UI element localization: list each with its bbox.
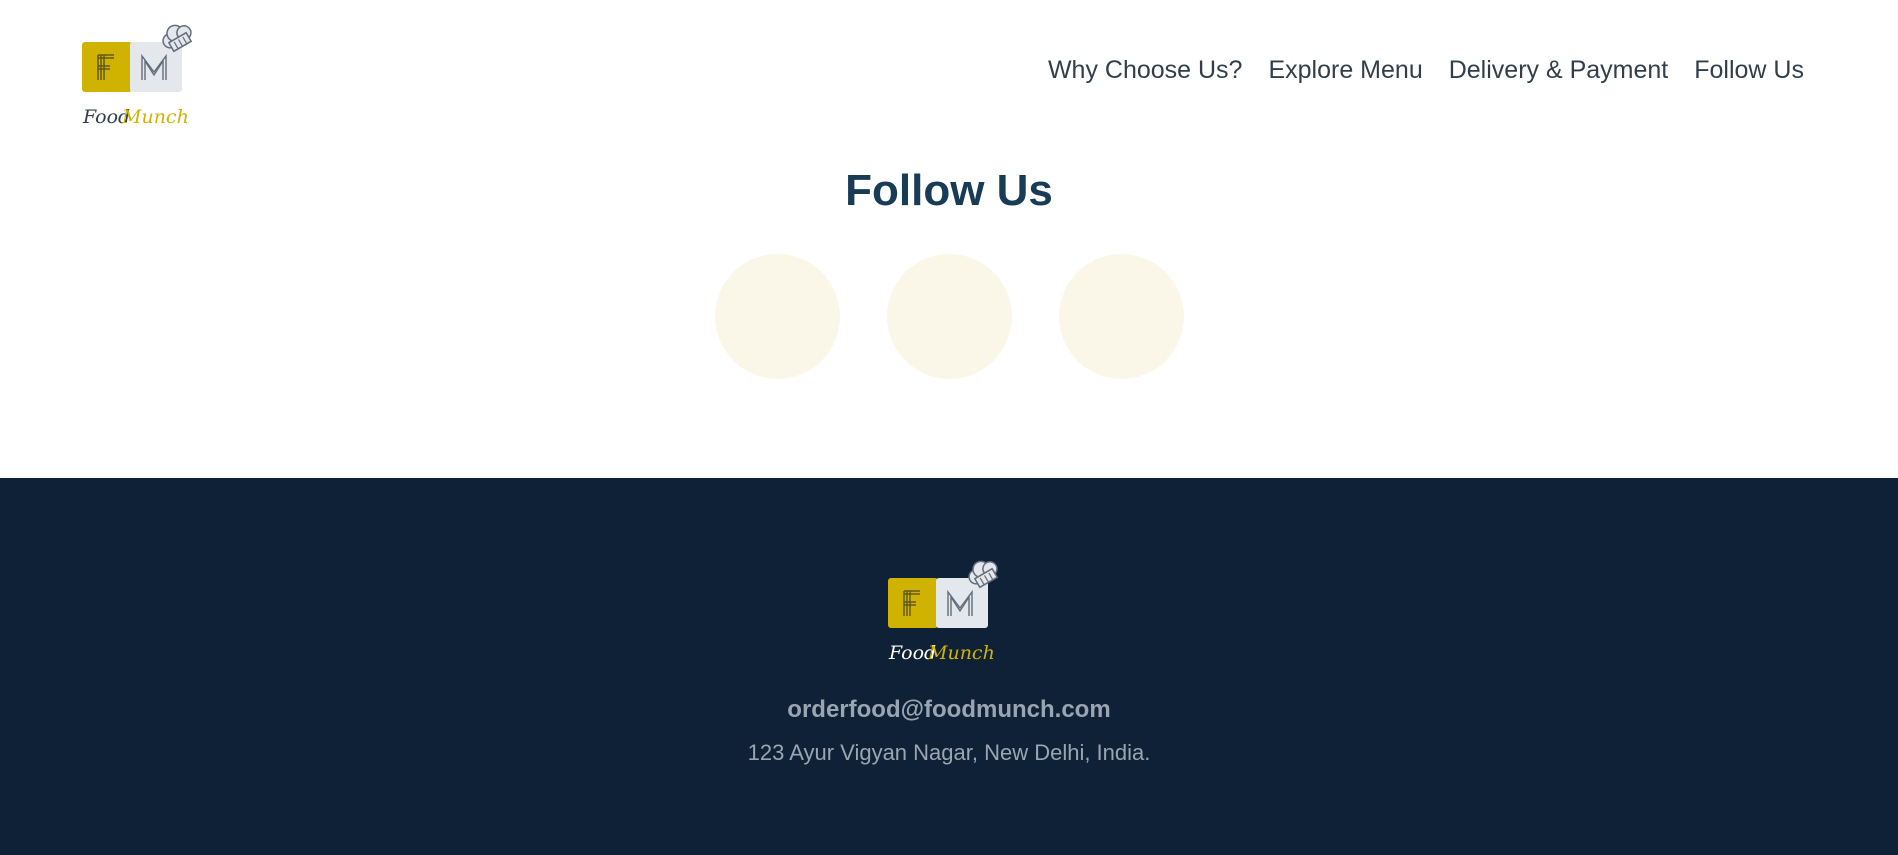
social-icons-row <box>0 254 1898 379</box>
wordmark-munch: Munch <box>121 106 189 128</box>
follow-us-section: Follow Us <box>0 150 1898 478</box>
footer-email[interactable]: orderfood@foodmunch.com <box>0 696 1898 724</box>
follow-us-heading: Follow Us <box>845 166 1053 215</box>
brand-logo[interactable]: Food Munch <box>80 22 204 132</box>
nav-link-delivery-payment[interactable]: Delivery & Payment <box>1449 56 1669 85</box>
footer-logo: Food Munch <box>888 560 999 664</box>
footer-address: 123 Ayur Vigyan Nagar, New Delhi, India. <box>747 740 1151 765</box>
logo-f-tile <box>82 42 132 92</box>
nav-links: Why Choose Us? Explore Menu Delivery & P… <box>1048 56 1804 85</box>
navbar: Food Munch Why Choose Us? Explore Menu D… <box>0 0 1898 150</box>
nav-link-follow-us[interactable]: Follow Us <box>1694 56 1804 85</box>
footer: Food Munch orderfood@foodmunch.com 123 A… <box>0 478 1898 855</box>
nav-link-explore-menu[interactable]: Explore Menu <box>1268 56 1422 85</box>
social-icon-3[interactable] <box>1058 254 1184 379</box>
footer-wordmark-munch: Munch <box>927 642 995 664</box>
footer-logo-f-tile <box>888 578 938 628</box>
social-icon-1[interactable] <box>714 254 840 379</box>
nav-link-why-choose-us[interactable]: Why Choose Us? <box>1048 56 1243 85</box>
social-icon-2[interactable] <box>886 254 1012 379</box>
